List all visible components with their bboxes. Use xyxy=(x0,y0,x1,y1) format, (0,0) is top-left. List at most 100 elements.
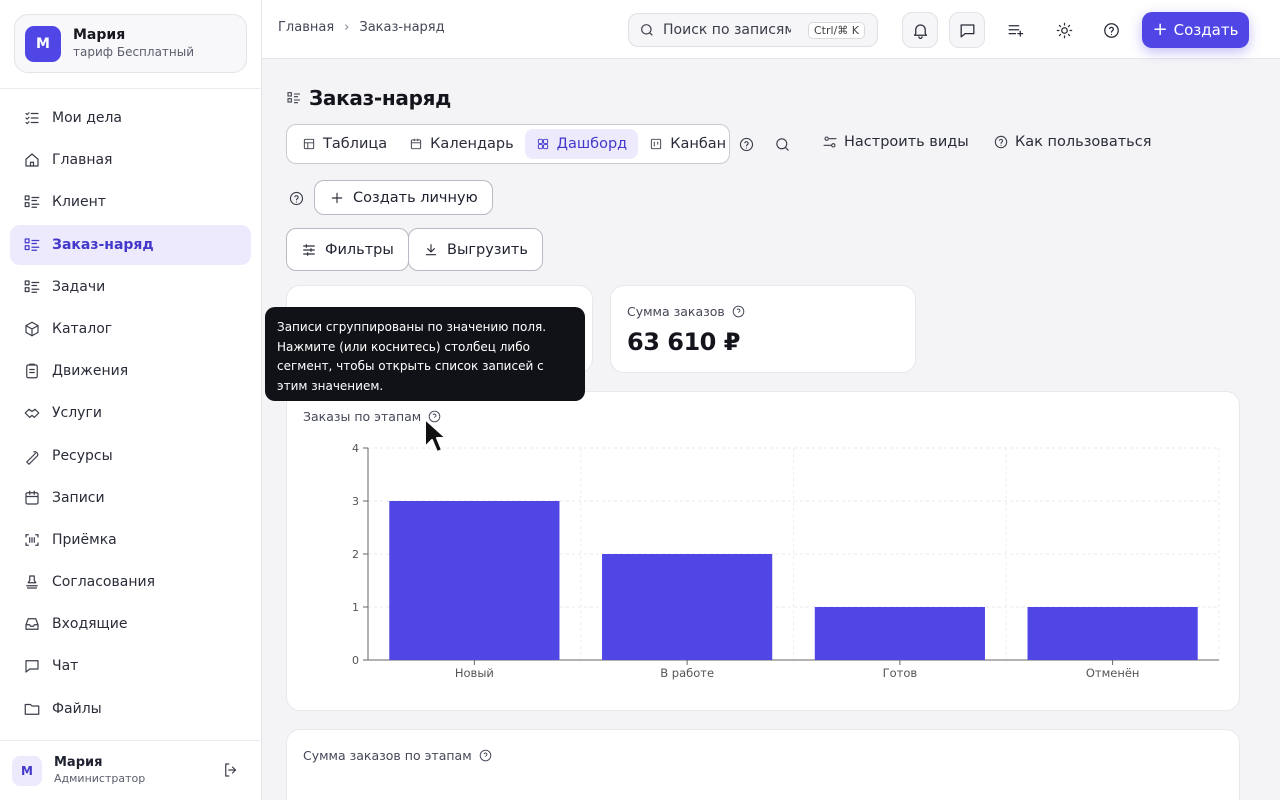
calendar-icon xyxy=(411,138,422,150)
bar[interactable] xyxy=(602,554,773,660)
page-title: Заказ-наряд xyxy=(286,86,451,110)
sidebar-item-label: Мои дела xyxy=(52,110,123,126)
handshake-icon xyxy=(22,403,42,423)
sidebar-item[interactable]: Мои дела xyxy=(10,98,251,138)
download-icon xyxy=(425,243,437,255)
sidebar-item[interactable]: Услуги xyxy=(10,393,251,433)
footer-user-role: Администратор xyxy=(54,771,146,785)
y-tick-label: 4 xyxy=(352,442,359,455)
help-icon xyxy=(1103,22,1119,38)
configure-views-button[interactable]: Настроить виды xyxy=(822,134,969,150)
sidebar-item[interactable]: Чат xyxy=(10,646,251,686)
list-icon xyxy=(22,192,42,212)
breadcrumb-home[interactable]: Главная xyxy=(278,20,334,35)
create-personal-dashboard-button[interactable]: Создать личную xyxy=(314,180,493,215)
y-tick-label: 0 xyxy=(352,654,359,667)
bar[interactable] xyxy=(814,607,985,660)
shortcut-badge: Ctrl/⌘ K xyxy=(808,22,865,39)
sidebar-item-label: Каталог xyxy=(52,320,113,337)
stat-card-sum: Сумма заказов 63 610 ₽ xyxy=(610,285,916,373)
sidebar-item-label: Файлы xyxy=(52,700,102,717)
x-tick-label: Новый xyxy=(455,666,494,680)
sidebar-item[interactable]: Согласования xyxy=(10,562,251,602)
sidebar-item-label: Ресурсы xyxy=(52,447,113,464)
view-tab-label: Канбан xyxy=(670,136,727,152)
breadcrumb-current: Заказ-наряд xyxy=(359,20,445,35)
views-help-icon[interactable] xyxy=(734,132,758,156)
bar[interactable] xyxy=(1027,607,1198,660)
sidebar-item[interactable]: Файлы xyxy=(10,689,251,729)
breadcrumb: Главная › Заказ-наряд xyxy=(278,20,445,35)
sidebar-item-label: Движения xyxy=(52,363,129,380)
clipboard-icon xyxy=(22,361,42,381)
calendar-icon xyxy=(22,488,42,508)
create-button[interactable]: + Создать xyxy=(1142,12,1249,48)
chart-help-tooltip: Записи сгруппированы по значению поля. Н… xyxy=(265,307,585,401)
notifications-button[interactable] xyxy=(902,12,938,48)
add-to-list-button[interactable] xyxy=(997,12,1033,48)
logout-icon[interactable] xyxy=(222,761,242,781)
sidebar-nav: Мои дела Главная Клиент Заказ-наряд Задачи Ка… xyxy=(10,98,251,731)
search-records-icon[interactable] xyxy=(770,132,794,156)
how-to-use-button[interactable]: Как пользоваться xyxy=(993,134,1151,150)
theme-toggle-button[interactable] xyxy=(1046,12,1082,48)
sidebar-item[interactable]: Заказ-наряд xyxy=(10,224,251,265)
filters-button[interactable]: Фильтры xyxy=(286,228,409,271)
how-to-use-label: Как пользоваться xyxy=(1015,134,1152,150)
stamp-icon xyxy=(22,572,42,592)
sidebar: М Мария тариф Бесплатный Мои дела Главная… xyxy=(0,0,262,800)
sidebar-item[interactable]: Ресурсы xyxy=(10,436,251,476)
sidebar-item[interactable]: Главная xyxy=(10,140,251,180)
sidebar-item[interactable]: Задачи xyxy=(10,267,251,307)
scan-icon xyxy=(22,530,42,550)
y-tick-label: 3 xyxy=(352,495,359,508)
help-icon[interactable] xyxy=(731,304,746,319)
search-input[interactable] xyxy=(663,22,791,38)
export-button[interactable]: Выгрузить xyxy=(408,228,543,271)
sidebar-item-label: Главная xyxy=(52,152,113,169)
view-tab[interactable]: Таблица xyxy=(291,129,398,159)
search-box[interactable]: Ctrl/⌘ K xyxy=(628,13,878,47)
x-tick-label: Готов xyxy=(883,666,918,680)
x-tick-label: Отменён xyxy=(1086,666,1140,680)
create-personal-label: Создать личную xyxy=(353,189,478,206)
dashboard-help-icon[interactable] xyxy=(284,186,308,210)
x-tick-label: В работе xyxy=(660,666,714,680)
chart-card-sum-by-stage: Сумма заказов по этапам xyxy=(286,729,1240,800)
footer-user-name: Мария xyxy=(54,754,103,770)
bar[interactable] xyxy=(389,501,560,660)
messages-button[interactable] xyxy=(949,12,985,48)
list-icon xyxy=(22,277,42,297)
chat-icon xyxy=(960,23,974,37)
stat-sum-label: Сумма заказов xyxy=(627,304,725,319)
help-icon xyxy=(994,135,1008,149)
sidebar-item-label: Чат xyxy=(52,658,79,675)
sidebar-item[interactable]: Приёмка xyxy=(10,520,251,560)
chevron-right-icon: › xyxy=(344,20,350,35)
stat-label: Сумма заказов xyxy=(627,304,746,319)
sidebar-item[interactable]: Входящие xyxy=(10,604,251,644)
list-icon xyxy=(287,92,300,104)
view-tab-label: Календарь xyxy=(430,136,514,152)
y-tick-label: 1 xyxy=(352,601,359,614)
sidebar-item[interactable]: Клиент xyxy=(10,182,251,222)
workspace-user-card[interactable]: М Мария тариф Бесплатный xyxy=(14,14,247,73)
sidebar-item-label: Записи xyxy=(52,489,105,506)
sidebar-item[interactable]: Записи xyxy=(10,478,251,518)
sliders-icon xyxy=(823,136,837,148)
page-title-text: Заказ-наряд xyxy=(309,86,452,110)
user-name: Мария xyxy=(73,26,126,43)
export-label: Выгрузить xyxy=(447,241,528,258)
avatar: М xyxy=(25,25,61,62)
bell-icon xyxy=(913,23,927,39)
view-tab[interactable]: Календарь xyxy=(398,129,525,159)
box-icon xyxy=(22,319,42,339)
sidebar-item[interactable]: Каталог xyxy=(10,309,251,349)
help-icon[interactable] xyxy=(478,748,493,763)
avatar: М xyxy=(12,755,42,786)
filter-sliders-icon xyxy=(303,243,315,256)
sidebar-item[interactable]: Движения xyxy=(10,351,251,391)
view-tab[interactable]: Дашборд xyxy=(524,129,639,159)
view-tab[interactable]: Канбан xyxy=(638,129,737,159)
help-button[interactable] xyxy=(1093,12,1129,48)
